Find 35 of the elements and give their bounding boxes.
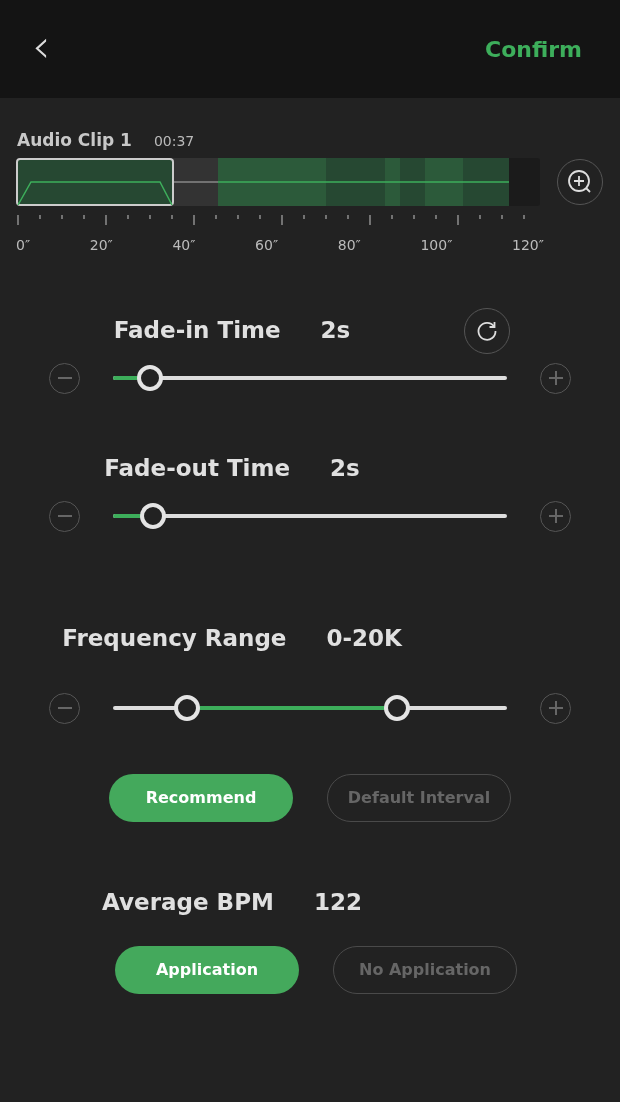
- slider-track[interactable]: [113, 503, 507, 529]
- confirm-button[interactable]: Confirm: [485, 32, 582, 66]
- option-button[interactable]: Recommend: [109, 773, 293, 822]
- setting-title: Fade-out Time: [104, 454, 291, 484]
- setting-value: 122: [313, 888, 362, 918]
- time-label: 20″: [89, 235, 113, 255]
- slider-track[interactable]: [113, 695, 507, 721]
- setting-value: 0-20K: [326, 624, 402, 654]
- setting-title: Fade-in Time: [113, 316, 281, 346]
- plus-icon: [547, 370, 564, 386]
- clip-name: Audio Clip 1: [17, 129, 132, 152]
- minus-icon: [56, 515, 73, 517]
- time-label: 40″: [172, 235, 196, 255]
- time-label: 60″: [255, 235, 279, 255]
- minus-icon: [56, 707, 73, 709]
- slider-thumb[interactable]: [137, 365, 164, 391]
- plus-icon: [547, 508, 564, 524]
- setting-title: Frequency Range: [62, 624, 287, 654]
- time-label: 0″: [16, 235, 31, 255]
- back-button[interactable]: ‹: [28, 23, 55, 75]
- clip-duration: 00:37: [153, 132, 195, 151]
- setting-title: Average BPM: [102, 888, 274, 918]
- slider-thumb[interactable]: [384, 695, 411, 721]
- option-button[interactable]: Application: [115, 945, 299, 994]
- time-label: 120″: [512, 235, 544, 255]
- minus-icon: [56, 377, 73, 379]
- slider-thumb[interactable]: [174, 695, 201, 721]
- slider-track[interactable]: [113, 365, 507, 391]
- time-label: 100″: [420, 235, 453, 255]
- setting-value: 2s: [320, 316, 351, 346]
- plus-icon: [547, 700, 564, 716]
- setting-value: 2s: [330, 454, 360, 484]
- waveform-drawing[interactable]: [16, 157, 540, 206]
- slider-thumb[interactable]: [140, 503, 167, 529]
- time-label: 80″: [337, 235, 361, 255]
